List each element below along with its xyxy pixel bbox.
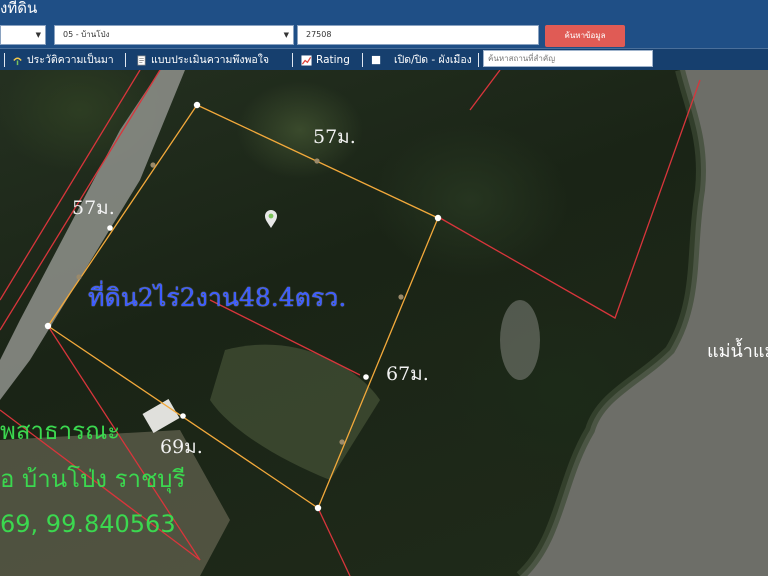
history-icon: [13, 56, 22, 65]
place-search-input[interactable]: ค้นหาสถานที่สำคัญ: [483, 50, 653, 67]
vertex-2: [434, 214, 442, 222]
province-select[interactable]: ▼: [0, 25, 46, 45]
map-pin-icon: [265, 210, 277, 228]
history-label: ประวัติความเป็นมา: [27, 54, 114, 66]
history-link[interactable]: ประวัติความเป็นมา: [12, 49, 114, 71]
search-button[interactable]: ค้นหาข้อมูล: [545, 25, 625, 47]
rating-chart-icon: [301, 54, 312, 66]
vertex-3: [314, 504, 322, 512]
district-select[interactable]: 05 - บ้านโป่ง ▼: [54, 25, 294, 45]
page-title: งที่ดิน: [0, 0, 38, 17]
place-search-placeholder: ค้นหาสถานที่สำคัญ: [488, 54, 556, 63]
dropdown-caret-icon: ▼: [35, 31, 41, 39]
vertex-6: [363, 374, 369, 380]
river-mud: [500, 300, 540, 380]
toolbar-divider: [362, 53, 363, 67]
toolbar-divider: [125, 53, 126, 67]
map-overlay: [0, 70, 768, 576]
satellite-map[interactable]: 57ม. 57ม. 67ม. 69ม. ที่ดิน2ไร่2งาน48.4ตร…: [0, 70, 768, 576]
edge-label-right: 67ม.: [386, 363, 429, 385]
info-line-1: พสาธารณะ: [0, 417, 121, 445]
header-bar: งที่ดิน ▼ 05 - บ้านโป่ง ▼ 27508 ค้นหาข้อ…: [0, 0, 768, 48]
toolbar-divider: [292, 53, 293, 67]
clearing: [210, 344, 380, 480]
vertex-5: [107, 225, 113, 231]
vertex-7: [180, 413, 186, 419]
city-plan-toggle[interactable]: เปิด/ปิด - ผังเมือง: [371, 49, 472, 71]
parcel-code-input[interactable]: 27508: [297, 25, 539, 45]
dropdown-caret-icon: ▼: [283, 31, 289, 39]
checkbox-icon: [371, 55, 381, 64]
info-line-2: อ บ้านโป่ง ราชบุรี: [0, 465, 186, 493]
district-select-value: 05 - บ้านโป่ง: [63, 30, 110, 39]
rating-link[interactable]: Rating: [301, 49, 350, 71]
rating-label: Rating: [316, 54, 350, 66]
info-line-3: 69, 99.840563: [0, 510, 176, 538]
toolbar-divider: [4, 53, 5, 67]
document-icon: [137, 55, 146, 65]
river-label: แม่น้ำแม: [707, 341, 768, 362]
road: [0, 70, 185, 400]
vertex-1: [193, 101, 201, 109]
vertex-4: [44, 322, 52, 330]
building: [142, 398, 180, 434]
parcel-code-value: 27508: [306, 30, 332, 39]
toolbar-divider: [478, 53, 479, 67]
edge-label-bottom: 69ม.: [160, 436, 203, 458]
survey-link[interactable]: แบบประเมินความพึงพอใจ: [136, 49, 269, 71]
edge-label-left: 57ม.: [72, 197, 115, 219]
edge-label-top: 57ม.: [313, 126, 356, 148]
parcel-area-label: ที่ดิน2ไร่2งาน48.4ตรว.: [88, 283, 347, 312]
survey-label: แบบประเมินความพึงพอใจ: [151, 54, 270, 66]
city-plan-label: เปิด/ปิด - ผังเมือง: [394, 54, 472, 66]
